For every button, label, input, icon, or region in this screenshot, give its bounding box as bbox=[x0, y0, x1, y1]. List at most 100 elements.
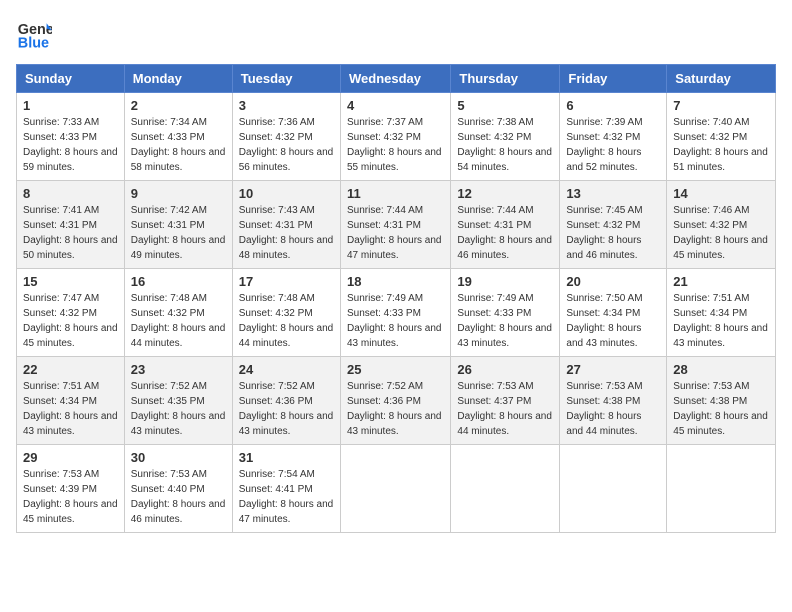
day-info: Sunrise: 7:48 AMSunset: 4:32 PMDaylight:… bbox=[239, 291, 334, 351]
day-number: 8 bbox=[23, 186, 118, 201]
day-number: 4 bbox=[347, 98, 444, 113]
day-info: Sunrise: 7:48 AMSunset: 4:32 PMDaylight:… bbox=[131, 291, 226, 351]
calendar-cell: 10 Sunrise: 7:43 AMSunset: 4:31 PMDayligh… bbox=[232, 181, 340, 269]
day-number: 7 bbox=[673, 98, 769, 113]
day-number: 2 bbox=[131, 98, 226, 113]
day-info: Sunrise: 7:54 AMSunset: 4:41 PMDaylight:… bbox=[239, 467, 334, 527]
day-info: Sunrise: 7:38 AMSunset: 4:32 PMDaylight:… bbox=[457, 115, 553, 175]
calendar-week-3: 15Sunrise: 7:47 AMSunset: 4:32 PMDayligh… bbox=[17, 269, 776, 357]
day-info: Sunrise: 7:44 AMSunset: 4:31 PMDaylight:… bbox=[457, 203, 553, 263]
weekday-header-sunday: Sunday bbox=[17, 65, 125, 93]
day-info: Sunrise: 7:37 AMSunset: 4:32 PMDaylight:… bbox=[347, 115, 444, 175]
calendar-cell: 27 Sunrise: 7:53 AMSunset: 4:38 PMDayligh… bbox=[560, 357, 667, 445]
day-info: Sunrise: 7:53 AMSunset: 4:37 PMDaylight:… bbox=[457, 379, 553, 439]
day-number: 28 bbox=[673, 362, 769, 377]
logo-icon: General Blue bbox=[16, 16, 52, 52]
weekday-header-wednesday: Wednesday bbox=[340, 65, 450, 93]
day-number: 11 bbox=[347, 186, 444, 201]
calendar-cell: 17 Sunrise: 7:48 AMSunset: 4:32 PMDayligh… bbox=[232, 269, 340, 357]
calendar-cell: 15Sunrise: 7:47 AMSunset: 4:32 PMDayligh… bbox=[17, 269, 125, 357]
calendar-cell bbox=[451, 445, 560, 533]
calendar-cell: 11 Sunrise: 7:44 AMSunset: 4:31 PMDayligh… bbox=[340, 181, 450, 269]
day-info: Sunrise: 7:53 AMSunset: 4:39 PMDaylight:… bbox=[23, 467, 118, 527]
day-number: 21 bbox=[673, 274, 769, 289]
weekday-header-thursday: Thursday bbox=[451, 65, 560, 93]
day-number: 20 bbox=[566, 274, 660, 289]
calendar-cell: 29 Sunrise: 7:53 AMSunset: 4:39 PMDayligh… bbox=[17, 445, 125, 533]
calendar-cell: 5 Sunrise: 7:38 AMSunset: 4:32 PMDaylight… bbox=[451, 93, 560, 181]
calendar-cell: 25Sunrise: 7:52 AMSunset: 4:36 PMDayligh… bbox=[340, 357, 450, 445]
weekday-header-tuesday: Tuesday bbox=[232, 65, 340, 93]
day-info: Sunrise: 7:49 AMSunset: 4:33 PMDaylight:… bbox=[347, 291, 444, 351]
calendar-cell: 6 Sunrise: 7:39 AMSunset: 4:32 PMDaylight… bbox=[560, 93, 667, 181]
day-number: 5 bbox=[457, 98, 553, 113]
day-info: Sunrise: 7:51 AMSunset: 4:34 PMDaylight:… bbox=[673, 291, 769, 351]
calendar-cell: 19Sunrise: 7:49 AMSunset: 4:33 PMDayligh… bbox=[451, 269, 560, 357]
day-info: Sunrise: 7:43 AMSunset: 4:31 PMDaylight:… bbox=[239, 203, 334, 263]
calendar-cell: 7 Sunrise: 7:40 AMSunset: 4:32 PMDaylight… bbox=[667, 93, 776, 181]
calendar-cell: 22 Sunrise: 7:51 AMSunset: 4:34 PMDayligh… bbox=[17, 357, 125, 445]
day-number: 25 bbox=[347, 362, 444, 377]
day-number: 9 bbox=[131, 186, 226, 201]
day-info: Sunrise: 7:36 AMSunset: 4:32 PMDaylight:… bbox=[239, 115, 334, 175]
calendar-table: SundayMondayTuesdayWednesdayThursdayFrid… bbox=[16, 64, 776, 533]
day-info: Sunrise: 7:49 AMSunset: 4:33 PMDaylight:… bbox=[457, 291, 553, 351]
calendar-cell: 24 Sunrise: 7:52 AMSunset: 4:36 PMDayligh… bbox=[232, 357, 340, 445]
calendar-cell: 2 Sunrise: 7:34 AMSunset: 4:33 PMDaylight… bbox=[124, 93, 232, 181]
day-number: 29 bbox=[23, 450, 118, 465]
calendar-cell: 4 Sunrise: 7:37 AMSunset: 4:32 PMDaylight… bbox=[340, 93, 450, 181]
calendar-cell: 8 Sunrise: 7:41 AMSunset: 4:31 PMDaylight… bbox=[17, 181, 125, 269]
calendar-cell bbox=[340, 445, 450, 533]
day-number: 14 bbox=[673, 186, 769, 201]
day-info: Sunrise: 7:45 AMSunset: 4:32 PMDaylight:… bbox=[566, 203, 660, 263]
page-header: General Blue bbox=[16, 16, 776, 52]
day-number: 31 bbox=[239, 450, 334, 465]
day-info: Sunrise: 7:40 AMSunset: 4:32 PMDaylight:… bbox=[673, 115, 769, 175]
day-number: 22 bbox=[23, 362, 118, 377]
day-info: Sunrise: 7:53 AMSunset: 4:38 PMDaylight:… bbox=[566, 379, 660, 439]
calendar-cell: 18 Sunrise: 7:49 AMSunset: 4:33 PMDayligh… bbox=[340, 269, 450, 357]
day-number: 1 bbox=[23, 98, 118, 113]
day-number: 23 bbox=[131, 362, 226, 377]
weekday-header-saturday: Saturday bbox=[667, 65, 776, 93]
day-info: Sunrise: 7:34 AMSunset: 4:33 PMDaylight:… bbox=[131, 115, 226, 175]
calendar-cell bbox=[667, 445, 776, 533]
day-number: 13 bbox=[566, 186, 660, 201]
calendar-cell: 23 Sunrise: 7:52 AMSunset: 4:35 PMDayligh… bbox=[124, 357, 232, 445]
day-number: 12 bbox=[457, 186, 553, 201]
calendar-cell: 12 Sunrise: 7:44 AMSunset: 4:31 PMDayligh… bbox=[451, 181, 560, 269]
calendar-cell: 16 Sunrise: 7:48 AMSunset: 4:32 PMDayligh… bbox=[124, 269, 232, 357]
day-number: 27 bbox=[566, 362, 660, 377]
day-number: 17 bbox=[239, 274, 334, 289]
calendar-cell: 13 Sunrise: 7:45 AMSunset: 4:32 PMDayligh… bbox=[560, 181, 667, 269]
day-info: Sunrise: 7:51 AMSunset: 4:34 PMDaylight:… bbox=[23, 379, 118, 439]
calendar-cell: 30 Sunrise: 7:53 AMSunset: 4:40 PMDayligh… bbox=[124, 445, 232, 533]
day-info: Sunrise: 7:46 AMSunset: 4:32 PMDaylight:… bbox=[673, 203, 769, 263]
day-number: 6 bbox=[566, 98, 660, 113]
weekday-header-friday: Friday bbox=[560, 65, 667, 93]
day-number: 16 bbox=[131, 274, 226, 289]
day-info: Sunrise: 7:42 AMSunset: 4:31 PMDaylight:… bbox=[131, 203, 226, 263]
day-info: Sunrise: 7:33 AMSunset: 4:33 PMDaylight:… bbox=[23, 115, 118, 175]
day-number: 26 bbox=[457, 362, 553, 377]
day-info: Sunrise: 7:53 AMSunset: 4:40 PMDaylight:… bbox=[131, 467, 226, 527]
calendar-cell: 26 Sunrise: 7:53 AMSunset: 4:37 PMDayligh… bbox=[451, 357, 560, 445]
day-info: Sunrise: 7:44 AMSunset: 4:31 PMDaylight:… bbox=[347, 203, 444, 263]
day-info: Sunrise: 7:52 AMSunset: 4:35 PMDaylight:… bbox=[131, 379, 226, 439]
calendar-week-4: 22 Sunrise: 7:51 AMSunset: 4:34 PMDayligh… bbox=[17, 357, 776, 445]
day-number: 24 bbox=[239, 362, 334, 377]
day-number: 18 bbox=[347, 274, 444, 289]
day-info: Sunrise: 7:41 AMSunset: 4:31 PMDaylight:… bbox=[23, 203, 118, 263]
calendar-cell: 20 Sunrise: 7:50 AMSunset: 4:34 PMDayligh… bbox=[560, 269, 667, 357]
calendar-cell: 31 Sunrise: 7:54 AMSunset: 4:41 PMDayligh… bbox=[232, 445, 340, 533]
calendar-cell: 3 Sunrise: 7:36 AMSunset: 4:32 PMDaylight… bbox=[232, 93, 340, 181]
day-number: 30 bbox=[131, 450, 226, 465]
day-number: 10 bbox=[239, 186, 334, 201]
day-info: Sunrise: 7:52 AMSunset: 4:36 PMDaylight:… bbox=[239, 379, 334, 439]
calendar-week-2: 8 Sunrise: 7:41 AMSunset: 4:31 PMDaylight… bbox=[17, 181, 776, 269]
day-info: Sunrise: 7:50 AMSunset: 4:34 PMDaylight:… bbox=[566, 291, 660, 351]
day-info: Sunrise: 7:39 AMSunset: 4:32 PMDaylight:… bbox=[566, 115, 660, 175]
calendar-week-1: 1 Sunrise: 7:33 AMSunset: 4:33 PMDaylight… bbox=[17, 93, 776, 181]
day-number: 3 bbox=[239, 98, 334, 113]
day-number: 15 bbox=[23, 274, 118, 289]
